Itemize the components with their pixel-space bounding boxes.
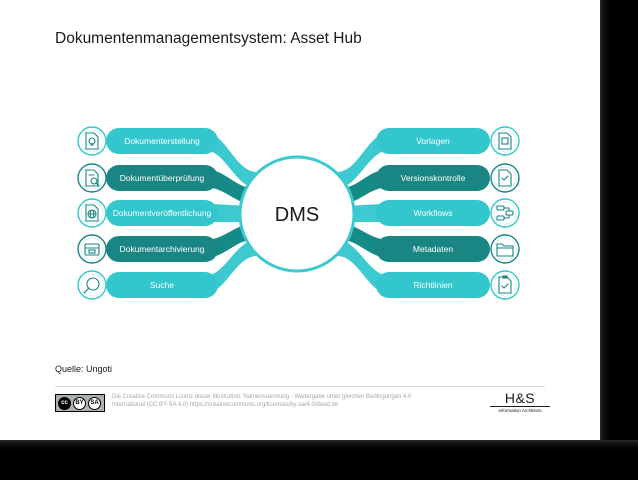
- page-shadow-right: [600, 0, 638, 480]
- left-item-3[interactable]: Dokumentveröffentlichung: [77, 198, 218, 228]
- left-item-2[interactable]: Dokumentüberprüfung: [77, 163, 218, 193]
- left-item-4[interactable]: Dokumentarchivierung: [77, 234, 218, 264]
- document-lightbulb-icon: [77, 126, 107, 156]
- sa-icon: SA: [88, 396, 101, 410]
- left-item-5[interactable]: Suche: [77, 270, 218, 300]
- clipboard-check-icon: [490, 270, 520, 300]
- by-icon: BY: [73, 396, 86, 410]
- cc-license-badge[interactable]: cc BY SA: [55, 394, 105, 412]
- right-item-4[interactable]: Metadaten: [376, 234, 520, 264]
- source-note: Quelle: Ungoti: [55, 364, 113, 374]
- page-shadow-bottom: [0, 440, 638, 480]
- right-item-label: Workflows: [413, 208, 452, 218]
- license-text: Die Creative Commons Lizenz dieser Illus…: [112, 394, 412, 408]
- left-item-label: Dokumenterstellung: [124, 136, 200, 146]
- hs-logo: H&S Information Architects: [490, 391, 550, 413]
- left-item-label: Dokumentveröffentlichung: [113, 208, 212, 218]
- right-item-label: Metadaten: [413, 244, 453, 254]
- left-item-label: Suche: [150, 280, 174, 290]
- document-magnifier-icon: [77, 163, 107, 193]
- workflow-icon: [490, 198, 520, 228]
- search-icon: [77, 270, 107, 300]
- right-item-3[interactable]: Workflows: [376, 198, 520, 228]
- logo-tagline: Information Architects: [498, 408, 542, 413]
- left-item-label: Dokumentarchivierung: [119, 244, 204, 254]
- version-control-icon: [490, 163, 520, 193]
- folder-metadata-icon: [490, 234, 520, 264]
- slide: Dokumentenmanagementsystem: Asset Hub DM…: [0, 0, 600, 440]
- left-item-label: Dokumentüberprüfung: [120, 173, 205, 183]
- right-item-2[interactable]: Versionskontrolle: [376, 163, 520, 193]
- dms-center-label: DMS: [275, 204, 319, 226]
- left-item-1[interactable]: Dokumenterstellung: [77, 126, 218, 156]
- right-item-label: Richtlinien: [413, 280, 452, 290]
- right-item-label: Vorlagen: [416, 136, 450, 146]
- right-item-label: Versionskontrolle: [401, 173, 466, 183]
- logo-wordmark: H&S: [490, 391, 550, 407]
- right-item-5[interactable]: Richtlinien: [376, 270, 520, 300]
- archive-box-icon: [77, 234, 107, 264]
- document-globe-icon: [77, 198, 107, 228]
- footer-divider: [55, 386, 545, 387]
- right-item-1[interactable]: Vorlagen: [376, 126, 520, 156]
- template-icon: [490, 126, 520, 156]
- cc-icon: cc: [58, 396, 71, 410]
- dms-diagram: DMS Dokumenterstellung Dokumentüberprüfung…: [77, 126, 520, 300]
